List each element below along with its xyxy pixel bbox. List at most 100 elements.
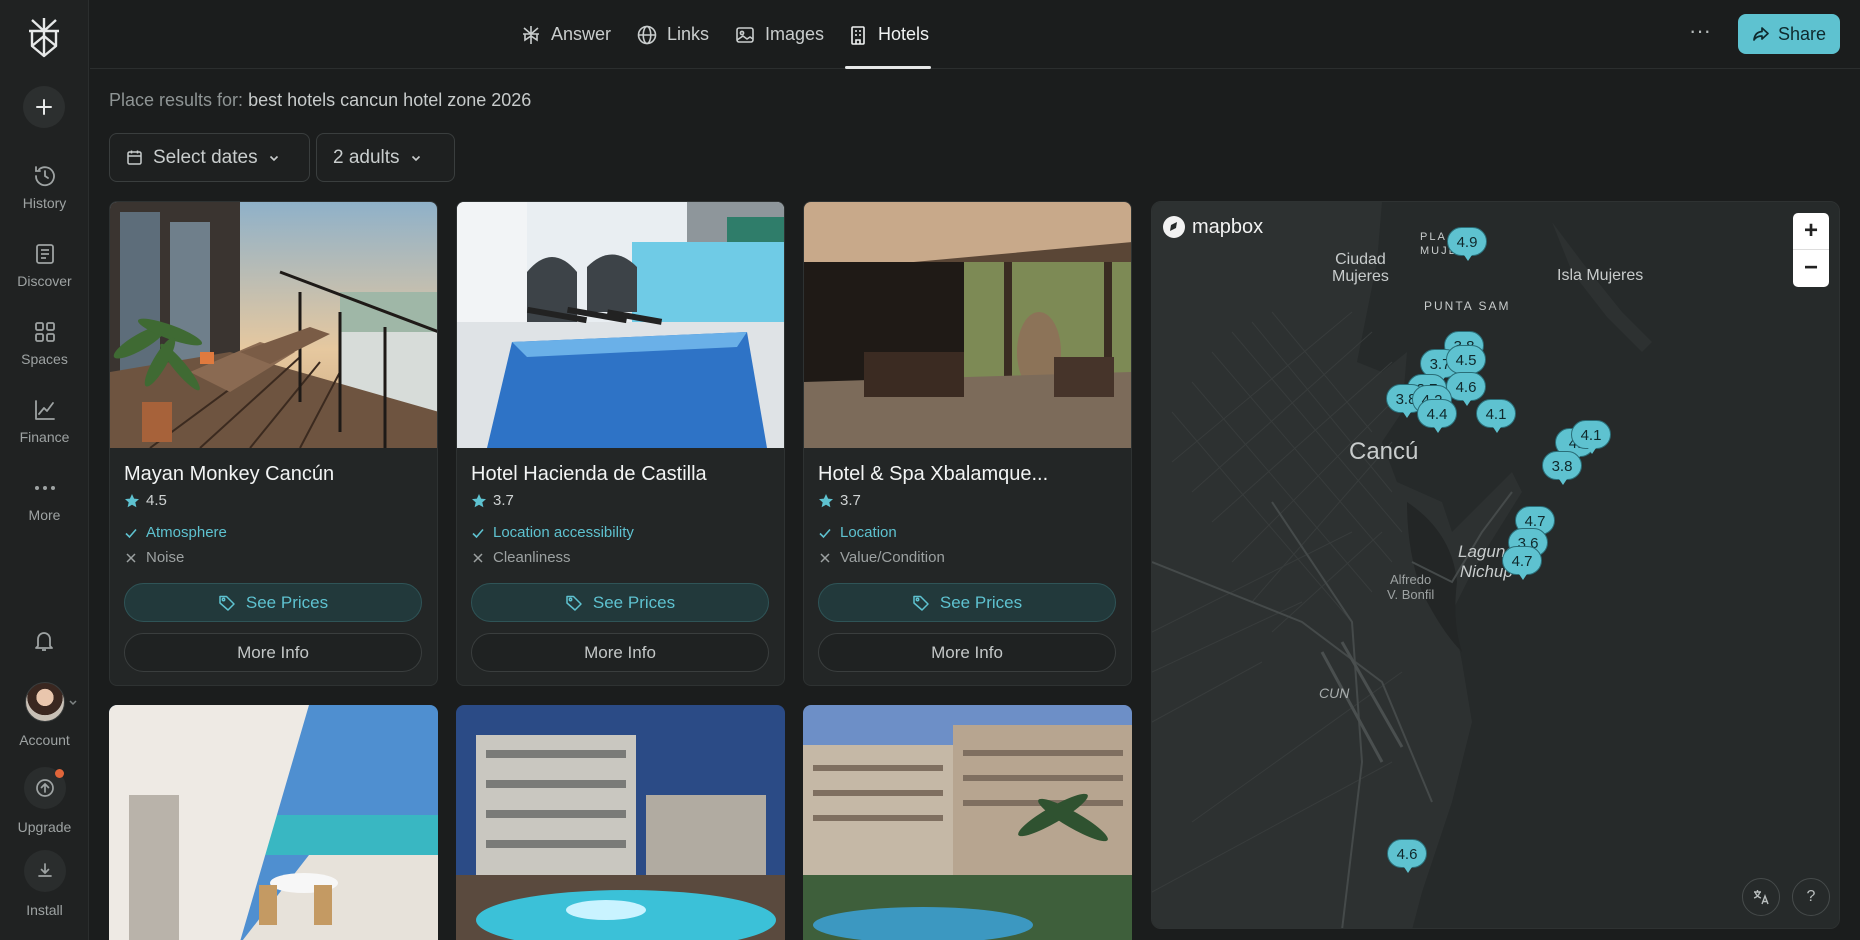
map-pin[interactable]: 4.1 (1571, 420, 1611, 454)
top-bar: Answer Links Images Hotels ··· Share (90, 0, 1860, 69)
mapbox-brand: mapbox (1192, 215, 1264, 238)
zoom-in-button[interactable]: + (1793, 213, 1829, 250)
finance-icon (34, 400, 55, 420)
sidebar-item-spaces[interactable]: Spaces (0, 319, 89, 367)
map-pin[interactable]: 4.6 (1387, 839, 1427, 873)
hotel-name[interactable]: Hotel Hacienda de Castilla (471, 463, 707, 486)
map-pin[interactable]: 4.4 (1417, 399, 1457, 433)
upgrade-button[interactable]: Upgrade (0, 767, 89, 835)
tab-hotels[interactable]: Hotels (844, 0, 932, 69)
hotel-rating: 3.7 (471, 492, 514, 509)
star-icon (125, 493, 139, 507)
hotel-photo[interactable] (110, 202, 437, 448)
more-info-button[interactable]: More Info (124, 633, 422, 672)
see-prices-label: See Prices (592, 592, 676, 612)
tag-icon (219, 595, 235, 611)
query-line: Place results for: best hotels cancun ho… (109, 90, 531, 111)
sidebar-item-discover[interactable]: Discover (0, 241, 89, 289)
map-pin[interactable]: 4.1 (1476, 399, 1516, 433)
hotel-con: Value/Condition (818, 549, 945, 566)
install-button[interactable]: Install (0, 850, 89, 918)
hotel-photo[interactable] (456, 705, 785, 940)
account-label: Account (19, 732, 70, 748)
spaces-icon (34, 322, 55, 342)
pro-label: Location (840, 524, 897, 541)
select-dates-dropdown[interactable]: Select dates (109, 133, 310, 182)
tab-images[interactable]: Images (734, 0, 824, 69)
chevron-down-icon (411, 155, 420, 161)
notifications-bell-icon[interactable] (31, 628, 57, 654)
see-prices-label: See Prices (245, 592, 329, 612)
hotels-map[interactable]: mapbox + − Ciudad Mujeres Isla Mujeres P… (1151, 201, 1840, 929)
hotel-card[interactable]: Mayan Monkey Cancún 4.5 Atmosphere Noise… (109, 201, 438, 686)
new-thread-button[interactable] (23, 86, 65, 128)
hotel-photo[interactable] (109, 705, 438, 940)
history-icon (34, 166, 55, 187)
hotel-pro: Location (818, 524, 897, 541)
sidebar-item-more[interactable]: More (0, 475, 89, 523)
hotel-name[interactable]: Mayan Monkey Cancún (124, 463, 334, 486)
pro-label: Location accessibility (493, 524, 634, 541)
sidebar-item-label: More (28, 507, 61, 523)
x-icon (126, 552, 136, 563)
hotel-photo[interactable] (457, 202, 784, 448)
map-label-ciudad-mujeres: Ciudad Mujeres (1332, 251, 1389, 285)
sidebar-item-label: Discover (17, 273, 72, 289)
check-icon (472, 528, 484, 538)
con-label: Cleanliness (493, 549, 571, 566)
building-icon (851, 25, 865, 45)
hotel-photo[interactable] (803, 705, 1132, 940)
sidebar-item-label: Spaces (21, 351, 68, 367)
map-pin[interactable]: 3.8 (1542, 451, 1582, 485)
avatar[interactable] (24, 682, 65, 722)
app-logo-icon[interactable] (24, 16, 64, 58)
hotel-photo[interactable] (804, 202, 1131, 448)
translate-button[interactable] (1742, 878, 1780, 916)
check-icon (819, 528, 831, 538)
share-button[interactable]: Share (1738, 14, 1840, 54)
tab-answer[interactable]: Answer (520, 0, 611, 69)
map-pin[interactable]: 4.6 (1446, 372, 1486, 406)
sidebar-item-finance[interactable]: Finance (0, 397, 89, 445)
help-button[interactable]: ? (1792, 878, 1830, 916)
upgrade-circle (23, 767, 66, 809)
tag-icon (566, 595, 582, 611)
upgrade-label: Upgrade (17, 819, 72, 835)
hotel-card[interactable]: Hotel & Spa Xbalamque... 3.7 Location Va… (803, 201, 1132, 686)
con-label: Value/Condition (840, 549, 945, 566)
x-icon (473, 552, 483, 563)
mapbox-logo[interactable]: mapbox (1162, 215, 1263, 239)
map-pin[interactable]: 4.5 (1446, 345, 1486, 379)
hotel-card[interactable]: Hotel Hacienda de Castilla 3.7 Location … (456, 201, 785, 686)
account-menu[interactable]: Account (0, 682, 89, 748)
see-prices-button[interactable]: See Prices (818, 583, 1116, 622)
install-circle (23, 850, 66, 892)
check-icon (125, 528, 137, 538)
calendar-icon (127, 150, 142, 165)
zoom-out-button[interactable]: − (1793, 250, 1829, 287)
tag-icon (913, 595, 929, 611)
hotel-name[interactable]: Hotel & Spa Xbalamque... (818, 463, 1048, 486)
tab-links[interactable]: Links (636, 0, 709, 69)
map-label-cun-airport: CUN (1319, 685, 1350, 701)
guests-dropdown[interactable]: 2 adults (316, 133, 455, 182)
download-icon (37, 863, 52, 877)
more-info-button[interactable]: More Info (818, 633, 1116, 672)
map-pin[interactable]: 4.7 (1502, 546, 1542, 580)
star-icon (472, 493, 486, 507)
sidebar: History Discover Spaces Finance More Acc… (0, 0, 89, 940)
sidebar-item-history[interactable]: History (0, 163, 89, 211)
more-info-button[interactable]: More Info (471, 633, 769, 672)
see-prices-button[interactable]: See Prices (471, 583, 769, 622)
hotel-pro: Atmosphere (124, 524, 227, 541)
map-label-cancun: Cancú (1349, 438, 1419, 465)
map-pin[interactable]: 4.9 (1447, 227, 1487, 261)
sidebar-item-label: Finance (19, 429, 70, 445)
discover-icon (35, 244, 54, 264)
more-options-button[interactable]: ··· (1682, 18, 1718, 50)
rating-value: 3.7 (493, 492, 514, 509)
tab-label: Images (765, 24, 825, 44)
see-prices-button[interactable]: See Prices (124, 583, 422, 622)
hotel-con: Noise (124, 549, 184, 566)
chevron-down-icon (269, 155, 278, 161)
